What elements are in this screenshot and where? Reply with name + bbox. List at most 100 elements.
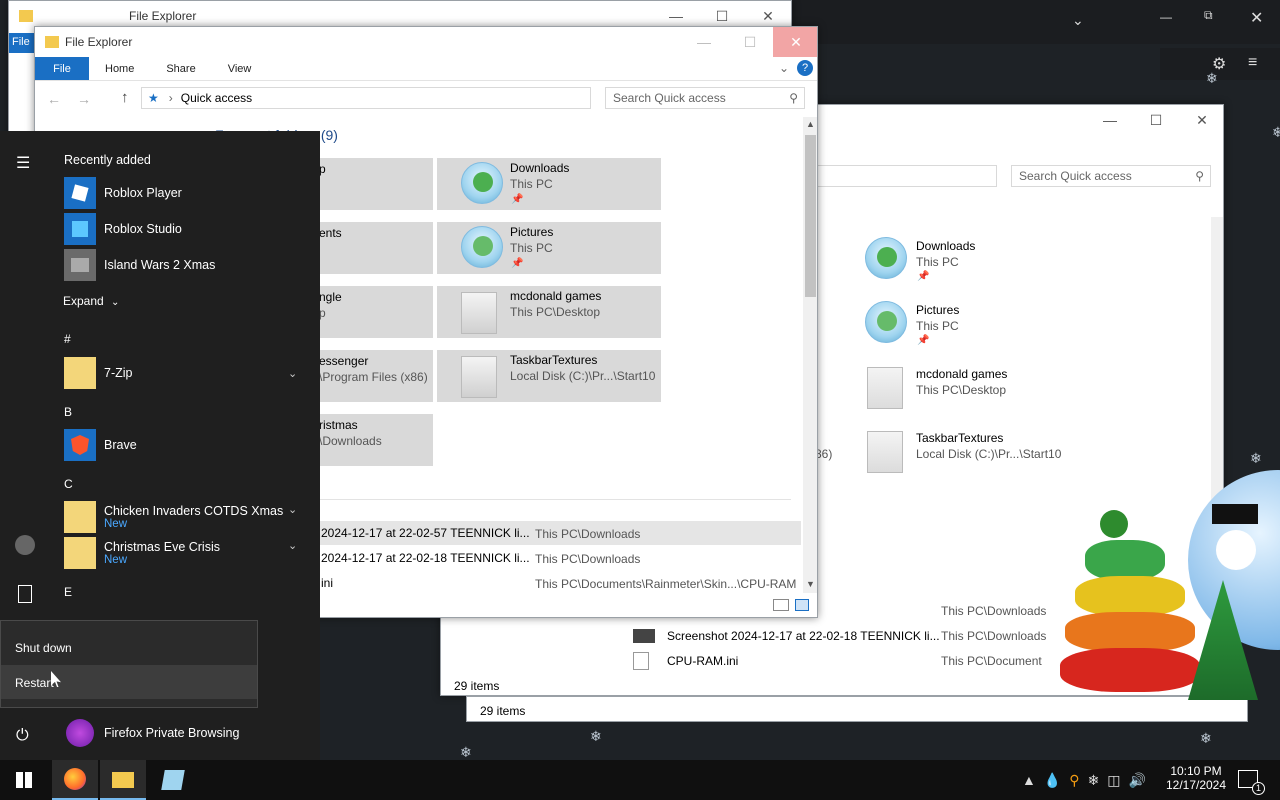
folder-icon [64, 501, 96, 533]
letter-header[interactable]: B [64, 405, 72, 419]
tile-name: TaskbarTextures [510, 353, 598, 367]
pin-icon: 📌 [917, 335, 930, 346]
search-input[interactable]: Search Quick access ⚲ [1011, 165, 1211, 187]
documents-icon[interactable] [18, 585, 32, 603]
app-label: Christmas Eve Crisis [104, 540, 220, 554]
chevron-down-icon[interactable]: ⌄ [1072, 12, 1084, 29]
search-tray-icon[interactable]: ⚲ [1069, 772, 1087, 788]
folder-tile[interactable]: TaskbarTextures Local Disk (C:)\Pr...\St… [861, 425, 1101, 477]
droplet-icon[interactable]: 💧 [1044, 772, 1069, 788]
clock-date: 12/17/2024 [1165, 778, 1227, 792]
downloads-icon [461, 162, 503, 204]
chevron-down-icon[interactable]: ⌄ [288, 503, 297, 516]
large-icons-view-icon[interactable] [795, 599, 809, 611]
maximize-button[interactable]: ☐ [727, 27, 773, 57]
restore-icon[interactable]: ⧉ [1204, 8, 1213, 23]
tab-file[interactable]: File [35, 57, 89, 80]
power-menu: Shut down Restart [0, 620, 258, 708]
back-button[interactable]: ← [47, 91, 61, 107]
network-app-icon[interactable]: ▲ [1022, 772, 1044, 788]
close-button[interactable]: ✕ [1179, 105, 1223, 135]
tab-share[interactable]: Share [150, 57, 211, 80]
folder-tile[interactable]: Downloads This PC 📌 [861, 233, 1081, 285]
snowflake-decoration: ❄ [590, 728, 602, 744]
scrollbar-thumb[interactable] [805, 135, 816, 297]
folder-icon [867, 431, 903, 473]
file-path: This PC\Documents\Rainmeter\Skin...\CPU-… [535, 577, 797, 591]
snowflake-decoration: ❄ [1200, 730, 1212, 746]
chevron-down-icon[interactable]: ⌄ [288, 367, 297, 380]
chevron-down-icon[interactable]: ⌄ [288, 539, 297, 552]
menu-icon[interactable]: ≡ [1248, 54, 1257, 72]
user-avatar[interactable] [15, 535, 35, 555]
network-icon[interactable]: ◫ [1107, 772, 1128, 788]
folder-tile[interactable]: Downloads This PC 📌 [437, 158, 661, 210]
hamburger-icon[interactable]: ☰ [16, 153, 30, 173]
app-island-wars[interactable]: Island Wars 2 Xmas [64, 248, 215, 282]
snowflake-decoration: ❄ [1272, 124, 1280, 140]
firefox-icon[interactable] [52, 760, 98, 800]
tray-icons[interactable]: ▲💧⚲❄◫🔊 [1022, 772, 1154, 789]
quick-access-star-icon: ★ [148, 91, 159, 105]
app-label: Firefox Private Browsing [104, 726, 240, 740]
up-button[interactable]: ↑ [121, 89, 129, 106]
folder-icon [867, 367, 903, 409]
file-path: This PC\Document [941, 654, 1042, 668]
minimize-button[interactable]: — [1087, 105, 1133, 135]
address-bar[interactable]: ★ › Quick access [141, 87, 591, 109]
power-icon[interactable]: ⏻ [16, 727, 29, 745]
app-taskbar-icon[interactable] [150, 760, 196, 800]
clock[interactable]: 10:10 PM 12/17/2024 [1164, 764, 1228, 792]
letter-header[interactable]: C [64, 477, 73, 491]
tile-name: mcdonald games [916, 367, 1008, 381]
app-roblox-player[interactable]: Roblox Player [64, 176, 182, 210]
scrollbar[interactable]: ▲ ▼ [803, 117, 817, 593]
image-icon [633, 629, 655, 643]
app-7zip[interactable]: 7-Zip [64, 356, 132, 390]
folder-tile[interactable]: mcdonald games This PC\Desktop [861, 361, 1081, 413]
app-christmas-eve-crisis[interactable]: Christmas Eve Crisis New [64, 536, 220, 570]
volume-icon[interactable]: 🔊 [1129, 772, 1154, 788]
restart-option[interactable]: Restart [1, 665, 257, 699]
scroll-up-icon[interactable]: ▲ [806, 119, 815, 129]
tile-name: mcdonald games [510, 289, 602, 303]
app-label: Roblox Player [104, 186, 182, 200]
notification-icon[interactable]: 1 [1238, 770, 1265, 795]
tab-home[interactable]: Home [89, 57, 150, 80]
app-brave[interactable]: Brave [64, 428, 137, 462]
file-explorer-taskbar-icon[interactable] [100, 760, 146, 800]
folder-tile[interactable]: TaskbarTextures Local Disk (C:)\Pr...\St… [437, 350, 661, 402]
close-icon[interactable]: ✕ [1250, 8, 1263, 28]
app-firefox-private[interactable]: Firefox Private Browsing [64, 716, 239, 750]
scroll-down-icon[interactable]: ▼ [806, 579, 815, 589]
new-badge: New [104, 554, 128, 566]
tile-name: ents [319, 226, 342, 240]
search-input[interactable]: Search Quick access ⚲ [605, 87, 805, 109]
close-button[interactable]: ✕ [773, 27, 817, 57]
snowflake-icon[interactable]: ❄ [1088, 772, 1108, 788]
app-roblox-studio[interactable]: Roblox Studio [64, 212, 182, 246]
tab-view[interactable]: View [212, 57, 268, 80]
shutdown-option[interactable]: Shut down [1, 631, 257, 663]
help-icon[interactable]: ? [797, 60, 813, 76]
app-chicken-invaders[interactable]: Chicken Invaders COTDS Xmas New [64, 500, 283, 534]
file-path: This PC\Downloads [941, 604, 1047, 618]
minimize-button[interactable]: — [681, 27, 727, 57]
folder-tile[interactable]: Pictures This PC 📌 [437, 222, 661, 274]
christmas-tree-decoration [1060, 510, 1200, 700]
folder-tile[interactable]: mcdonald games This PC\Desktop [437, 286, 661, 338]
forward-button[interactable]: → [77, 91, 91, 107]
tile-location: Local Disk (C:)\Pr...\Start10 [916, 447, 1062, 461]
app-label: Roblox Studio [104, 222, 182, 236]
maximize-button[interactable]: ☐ [1133, 105, 1179, 135]
minimize-icon[interactable]: — [1160, 10, 1172, 24]
details-view-icon[interactable] [773, 599, 789, 611]
folder-tile[interactable]: Pictures This PC 📌 [861, 297, 1081, 349]
expand-ribbon-icon[interactable]: ⌄ [779, 61, 789, 75]
tile-location: \Program Files (x86) [319, 370, 428, 384]
letter-header[interactable]: # [64, 332, 71, 346]
windows-start-icon[interactable] [16, 772, 32, 788]
letter-header[interactable]: E [64, 585, 72, 599]
expand-button[interactable]: Expand ⌄ [63, 294, 119, 308]
roblox-studio-icon [64, 213, 96, 245]
